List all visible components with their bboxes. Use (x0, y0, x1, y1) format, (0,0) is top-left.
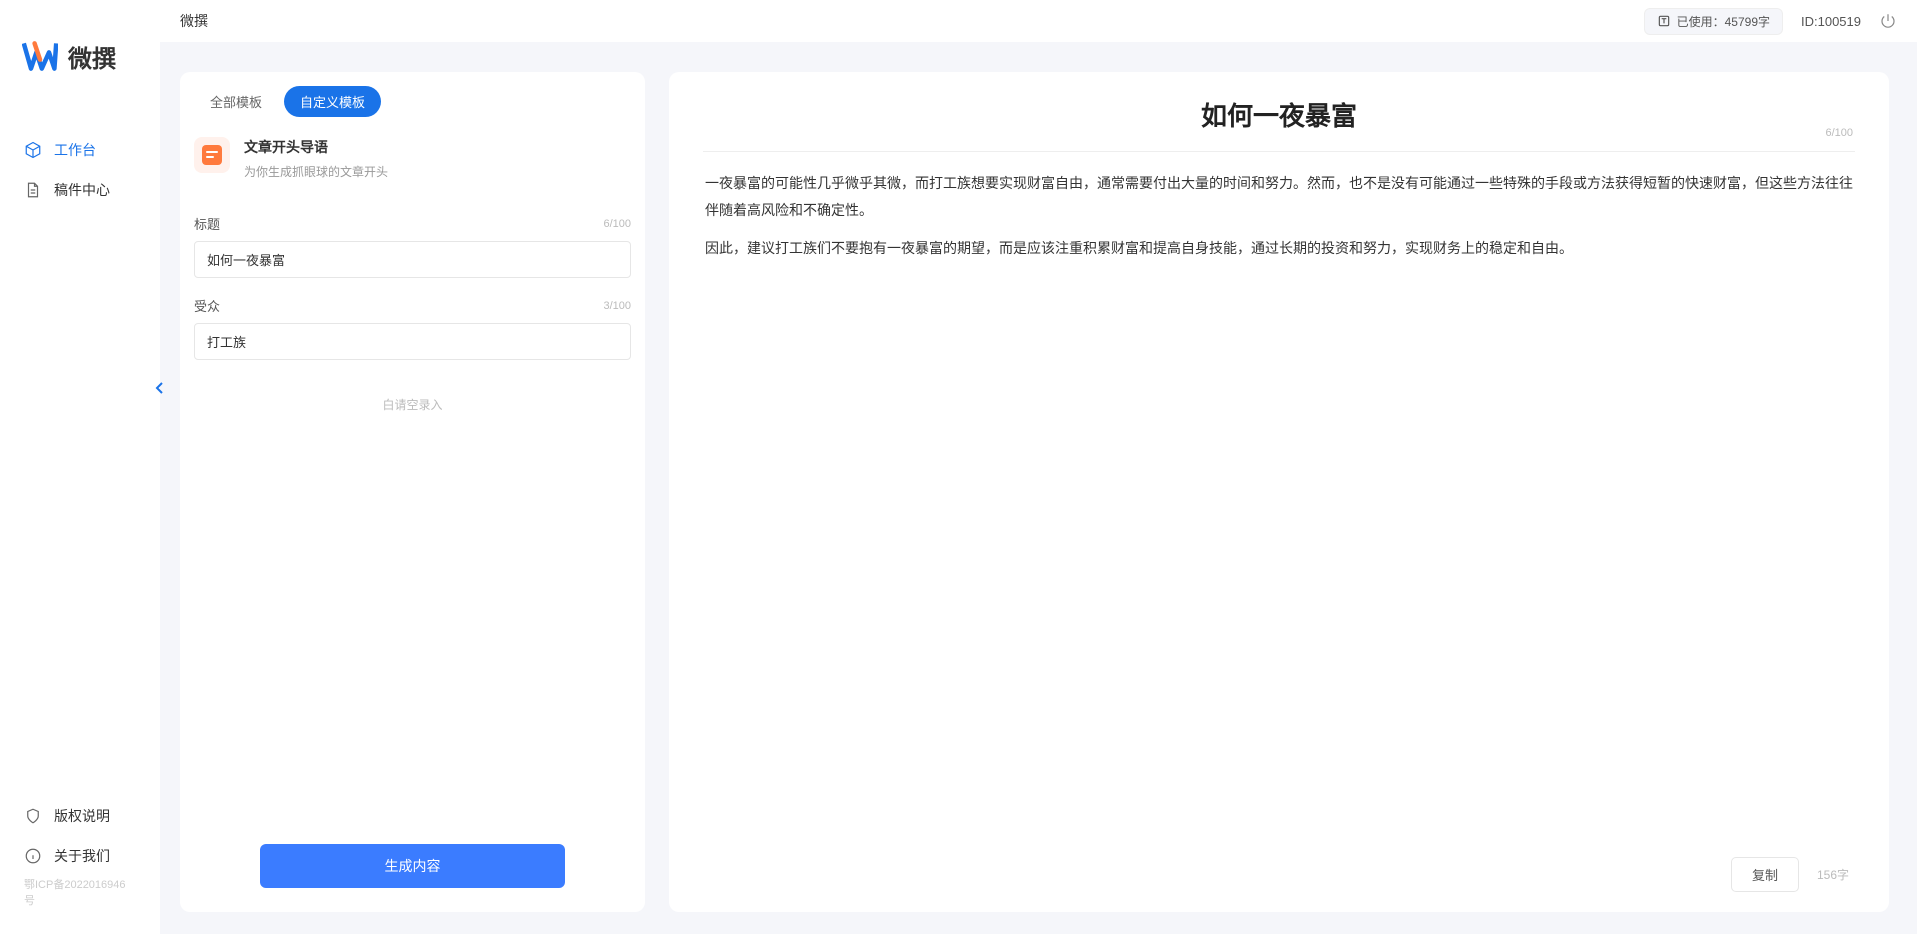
tab-all-templates[interactable]: 全部模板 (194, 86, 278, 117)
sidebar-item-about[interactable]: 关于我们 (0, 836, 160, 876)
template-tabs: 全部模板 自定义模板 (180, 72, 645, 123)
footer-nav: 版权说明 关于我们 鄂ICP备2022016946号 (0, 796, 160, 934)
usage-text: 已使用：45799字 (1677, 13, 1770, 30)
main-nav: 工作台 稿件中心 (0, 130, 160, 796)
brand-logo: 微撰 (0, 18, 160, 94)
shield-icon (24, 807, 42, 825)
logo-icon (22, 38, 58, 74)
user-id: ID:100519 (1801, 14, 1861, 29)
copy-button[interactable]: 复制 (1731, 857, 1799, 892)
power-icon[interactable] (1879, 12, 1897, 30)
result-panel: 如何一夜暴富 6/100 一夜暴富的可能性几乎微乎其微，而打工族想要实现财富自由… (669, 72, 1889, 912)
tab-custom-templates[interactable]: 自定义模板 (284, 86, 381, 117)
title-label: 标题 (194, 214, 220, 233)
result-paragraph: 因此，建议打工族们不要抱有一夜暴富的期望，而是应该注重积累财富和提高自身技能，通… (705, 235, 1853, 262)
sidebar-item-label: 稿件中心 (54, 180, 110, 200)
audience-label: 受众 (194, 296, 220, 315)
cube-icon (24, 141, 42, 159)
header: 微撰 已使用：45799字 ID:100519 (160, 0, 1917, 42)
audience-input[interactable] (194, 323, 631, 360)
result-paragraph: 一夜暴富的可能性几乎微乎其微，而打工族想要实现财富自由，通常需要付出大量的时间和… (705, 170, 1853, 223)
brand-name: 微撰 (68, 39, 116, 74)
result-body: 一夜暴富的可能性几乎微乎其微，而打工族想要实现财富自由，通常需要付出大量的时间和… (669, 152, 1889, 843)
sidebar-item-workspace[interactable]: 工作台 (0, 130, 160, 170)
template-icon (194, 137, 230, 173)
title-count: 6/100 (603, 218, 631, 230)
usage-badge[interactable]: 已使用：45799字 (1644, 8, 1783, 35)
sidebar-item-label: 工作台 (54, 140, 96, 160)
sidebar-item-drafts[interactable]: 稿件中心 (0, 170, 160, 210)
title-input[interactable] (194, 241, 631, 278)
document-icon (24, 181, 42, 199)
template-title: 文章开头导语 (244, 137, 388, 157)
icp-text: 鄂ICP备2022016946号 (0, 876, 160, 922)
sidebar-item-copyright[interactable]: 版权说明 (0, 796, 160, 836)
template-info: 文章开头导语 为你生成抓眼球的文章开头 (180, 123, 645, 190)
empty-hint: 白请空录入 (194, 396, 631, 413)
input-panel: 全部模板 自定义模板 文章开头导语 为你生成抓眼球的文章开头 标题 (180, 72, 645, 912)
page-title: 微撰 (180, 11, 208, 31)
text-icon (1657, 14, 1671, 28)
sidebar: 微撰 工作台 稿件中心 版权说明 关于我们 鄂ICP备2022016946号 (0, 0, 160, 934)
audience-count: 3/100 (603, 300, 631, 312)
info-icon (24, 847, 42, 865)
sidebar-item-label: 关于我们 (54, 846, 110, 866)
result-title-count: 6/100 (1825, 127, 1853, 139)
sidebar-item-label: 版权说明 (54, 806, 110, 826)
char-count: 156字 (1817, 866, 1849, 883)
generate-button[interactable]: 生成内容 (260, 844, 565, 888)
sidebar-collapse-toggle[interactable] (152, 378, 168, 398)
template-desc: 为你生成抓眼球的文章开头 (244, 163, 388, 180)
result-title: 如何一夜暴富 (703, 96, 1855, 133)
